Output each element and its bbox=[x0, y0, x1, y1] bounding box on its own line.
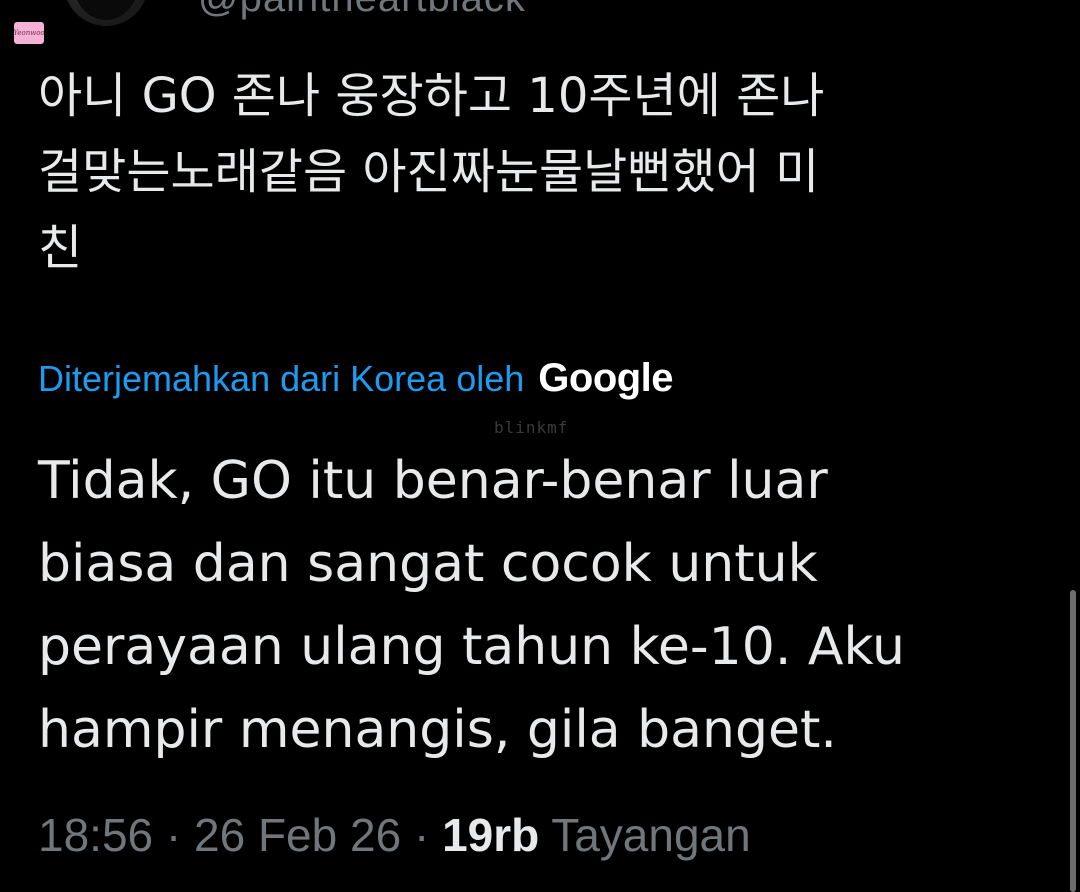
translation-link[interactable]: Diterjemahkan dari Korea oleh bbox=[38, 358, 524, 400]
tweet-text-line: 친 bbox=[38, 220, 83, 276]
meta-separator: · bbox=[413, 809, 430, 861]
tweet-date[interactable]: 26 Feb 26 bbox=[194, 809, 401, 861]
tweet-text-line: 걸맞는노래같음 아진짜눈물날뻔했어 미 bbox=[38, 144, 820, 200]
translated-text-line: hampir menangis, gila banget. bbox=[38, 700, 837, 760]
translated-text-line: perayaan ulang tahun ke-10. Aku bbox=[38, 617, 905, 677]
avatar[interactable] bbox=[64, 0, 148, 26]
watermark-badge: Yeonwoo bbox=[13, 22, 45, 44]
watermark-badge-text: Yeonwoo bbox=[13, 29, 45, 37]
user-handle[interactable]: @paintheartblack bbox=[198, 0, 526, 21]
translated-text-line: biasa dan sangat cocok untuk bbox=[38, 534, 818, 594]
google-logo: Google bbox=[538, 356, 674, 400]
tweet-text: 아니 GO 존나 웅장하고 10주년에 존나 걸맞는노래같음 아진짜눈물날뻔했어… bbox=[38, 58, 1048, 286]
views-count[interactable]: 19rb bbox=[442, 809, 539, 861]
scrollbar[interactable] bbox=[1070, 590, 1076, 892]
avatar-image bbox=[74, 0, 138, 20]
views-label: Tayangan bbox=[551, 809, 751, 861]
tweet-meta: 18:56 · 26 Feb 26 · 19rb Tayangan bbox=[38, 808, 751, 862]
translated-text-line: Tidak, GO itu benar-benar luar bbox=[38, 451, 828, 511]
overlay-watermark: blinkmf bbox=[494, 418, 569, 437]
meta-separator: · bbox=[165, 809, 182, 861]
translation-attribution: Diterjemahkan dari Korea oleh Google bbox=[38, 356, 674, 401]
tweet-time[interactable]: 18:56 bbox=[38, 809, 153, 861]
translated-text: Tidak, GO itu benar-benar luar biasa dan… bbox=[38, 440, 1038, 772]
tweet-text-line: 아니 GO 존나 웅장하고 10주년에 존나 bbox=[38, 68, 825, 124]
